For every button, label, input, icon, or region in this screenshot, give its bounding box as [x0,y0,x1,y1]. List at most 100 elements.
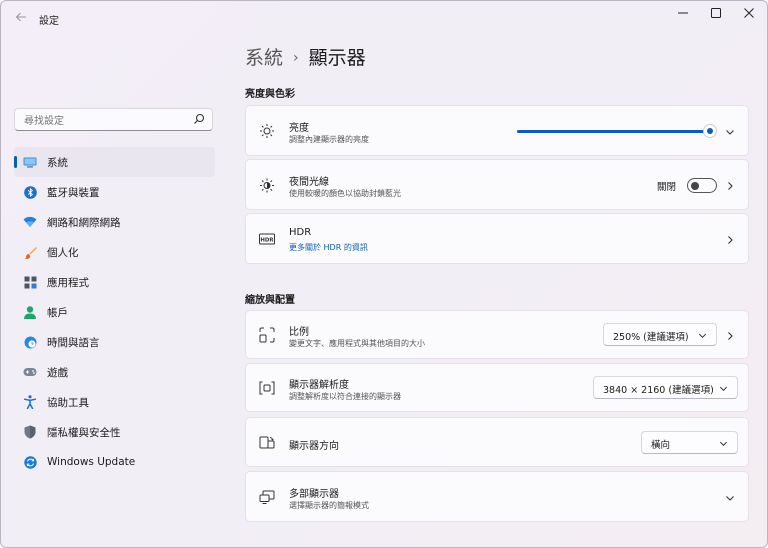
night-light-toggle[interactable] [687,178,717,193]
close-button[interactable] [732,1,766,29]
scale-dropdown[interactable]: 250% (建議選項) [603,323,717,346]
title-bar: 設定 [1,1,767,37]
back-arrow-icon[interactable] [11,9,31,29]
night-light-card[interactable]: 夜間光線 使用較暖的顏色以協助封鎖藍光 關閉 [245,159,749,210]
multiple-displays-card[interactable]: 多部顯示器 選擇顯示器的簡報模式 [245,471,749,522]
resolution-card[interactable]: 顯示器解析度 調整解析度以符合連接的顯示器 3840 × 2160 (建議選項) [245,363,749,412]
chevron-down-icon[interactable] [725,493,735,503]
bluetooth-icon [23,185,37,199]
brightness-card[interactable]: 亮度 調整內建顯示器的亮度 [245,105,749,156]
night-light-title: 夜間光線 [289,177,329,188]
chevron-right-icon[interactable] [725,331,735,341]
chevron-down-icon [698,333,707,339]
orientation-dropdown[interactable]: 橫向 [641,431,738,454]
sidebar-item-label: 藍牙與裝置 [47,186,100,199]
sidebar-item-label: 個人化 [47,246,79,259]
multiple-displays-title: 多部顯示器 [289,489,339,500]
sidebar-item-label: 隱私權與安全性 [47,426,121,439]
chevron-down-icon[interactable] [725,127,735,137]
chevron-right-icon[interactable] [725,235,735,245]
multiple-displays-icon [259,490,275,504]
orientation-icon [259,436,275,449]
gamepad-icon [23,365,37,379]
resolution-dropdown[interactable]: 3840 × 2160 (建議選項) [593,376,738,399]
resolution-title: 顯示器解析度 [289,380,349,391]
minimize-icon [678,12,688,14]
chevron-right-icon[interactable] [725,181,735,191]
minimize-button[interactable] [666,1,700,29]
sidebar-item-gaming[interactable]: 遊戲 [14,357,215,387]
scale-dropdown-value: 250% (建議選項) [613,332,689,343]
orientation-title: 顯示器方向 [289,441,339,452]
sidebar-item-accessibility[interactable]: 協助工具 [14,387,215,417]
app-title: 設定 [39,16,59,27]
multiple-displays-subtitle: 選擇顯示器的簡報模式 [289,501,369,510]
brightness-slider-track[interactable] [517,130,707,133]
scale-subtitle: 變更文字、應用程式與其他項目的大小 [289,339,425,348]
update-icon [23,455,37,469]
sun-icon [260,124,274,138]
scale-title: 比例 [289,327,309,338]
sidebar-item-bluetooth-devices[interactable]: 藍牙與裝置 [14,177,215,207]
sidebar-item-label: 網路和網際網路 [47,216,121,229]
sidebar-item-time-language[interactable]: 時間與語言 [14,327,215,357]
sidebar-item-personalization[interactable]: 個人化 [14,237,215,267]
orientation-dropdown-value: 橫向 [651,440,671,451]
sidebar-item-label: 遊戲 [47,366,68,379]
settings-window: 設定 系統 藍牙與裝置 [0,0,768,548]
resolution-icon [259,381,275,395]
hdr-card[interactable]: HDR HDR 更多關於 HDR 的資訊 [245,213,749,264]
page-title: 顯示器 [308,47,366,69]
sidebar-item-apps[interactable]: 應用程式 [14,267,215,297]
wifi-icon [23,215,37,229]
system-icon [23,155,37,169]
brightness-subtitle: 調整內建顯示器的亮度 [289,135,369,144]
sidebar-item-label: Windows Update [47,456,136,468]
breadcrumb-separator: › [293,50,299,66]
paintbrush-icon [23,245,37,259]
sidebar-item-network[interactable]: 網路和網際網路 [14,207,215,237]
sidebar-item-label: 協助工具 [47,396,89,409]
person-icon [23,305,37,319]
search-input[interactable] [15,111,184,132]
sidebar-item-label: 帳戶 [47,306,68,319]
hdr-title: HDR [289,227,312,238]
sidebar-item-system[interactable]: 系統 [14,147,215,177]
sidebar-item-windows-update[interactable]: Windows Update [14,447,215,477]
maximize-button[interactable] [699,1,733,29]
night-light-state: 關閉 [657,182,677,193]
toggle-knob [691,181,699,190]
maximize-icon [711,8,721,18]
sidebar-nav: 系統 藍牙與裝置 網路和網際網路 個人化 應用程式 帳戶 時間與語言 遊戲 協助… [14,147,215,477]
night-light-subtitle: 使用較暖的顏色以協助封鎖藍光 [289,189,401,198]
scale-icon [259,327,275,343]
brightness-slider-thumb[interactable] [703,124,717,138]
chevron-down-icon [719,441,728,447]
scale-card[interactable]: 比例 變更文字、應用程式與其他項目的大小 250% (建議選項) [245,310,749,359]
globe-clock-icon [23,335,37,349]
brightness-title: 亮度 [289,123,309,134]
orientation-card[interactable]: 顯示器方向 橫向 [245,417,749,467]
breadcrumb: 系統 › 顯示器 [245,43,366,70]
resolution-dropdown-value: 3840 × 2160 (建議選項) [603,385,714,396]
close-icon [744,8,754,18]
search-box[interactable] [14,108,213,132]
hdr-icon-text: HDR [260,238,274,244]
hdr-icon: HDR [259,233,275,245]
chevron-down-icon [719,386,728,392]
section-title-scale-layout: 縮放與配置 [245,295,295,306]
shield-icon [23,425,37,439]
apps-icon [23,275,37,289]
night-light-icon [260,178,274,193]
sidebar-item-privacy-security[interactable]: 隱私權與安全性 [14,417,215,447]
search-icon[interactable] [193,113,205,125]
sidebar-item-label: 系統 [47,156,68,169]
selection-indicator [14,156,17,168]
sidebar-item-accounts[interactable]: 帳戶 [14,297,215,327]
hdr-info-link[interactable]: 更多關於 HDR 的資訊 [289,242,368,253]
sidebar-item-label: 時間與語言 [47,336,100,349]
accessibility-icon [23,395,37,409]
breadcrumb-parent[interactable]: 系統 [245,47,283,69]
sidebar-item-label: 應用程式 [47,276,89,289]
resolution-subtitle: 調整解析度以符合連接的顯示器 [289,392,401,401]
